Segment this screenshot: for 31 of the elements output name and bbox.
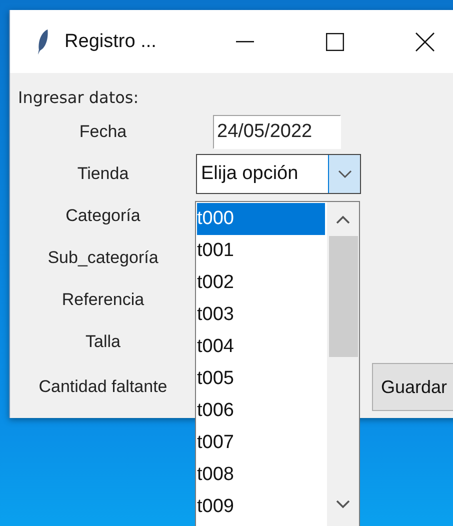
scrollbar[interactable] (327, 202, 359, 526)
store-dropdown[interactable]: Elija opción (196, 154, 361, 194)
maximize-icon (326, 32, 344, 50)
dropdown-option[interactable]: t007 (197, 427, 325, 459)
scroll-up-icon (336, 215, 350, 224)
feather-icon (36, 28, 50, 56)
scroll-down-icon (336, 500, 350, 509)
dropdown-option[interactable]: t004 (197, 331, 325, 363)
dropdown-option[interactable]: t006 (197, 395, 325, 427)
section-heading: Ingresar datos: (18, 88, 139, 106)
field-label: Categoría (66, 206, 140, 226)
window-title: Registro ... (64, 30, 158, 52)
dropdown-option[interactable]: t000 (197, 203, 325, 235)
field-label: Referencia (62, 290, 144, 310)
dropdown-option[interactable]: t009 (197, 491, 325, 523)
date-field[interactable]: 24/05/2022 (213, 115, 341, 149)
dropdown-option[interactable]: t005 (197, 363, 325, 395)
scrollbar-thumb[interactable] (328, 236, 358, 357)
close-icon (415, 32, 436, 52)
field-label: Sub_categoría (48, 248, 158, 268)
dropdown-option[interactable]: t002 (197, 267, 325, 299)
dropdown-option[interactable]: t001 (197, 235, 325, 267)
field-label: Tienda (77, 164, 129, 184)
dropdown-option[interactable]: t003 (197, 299, 325, 331)
minimize-icon (236, 40, 254, 42)
save-button[interactable]: Guardar (372, 363, 453, 411)
field-label: Talla (86, 332, 120, 352)
field-label: Fecha (79, 122, 127, 142)
dropdown-option[interactable]: t008 (197, 459, 325, 491)
chevron-down-icon (338, 170, 352, 178)
field-label: Cantidad faltante (38, 377, 168, 397)
